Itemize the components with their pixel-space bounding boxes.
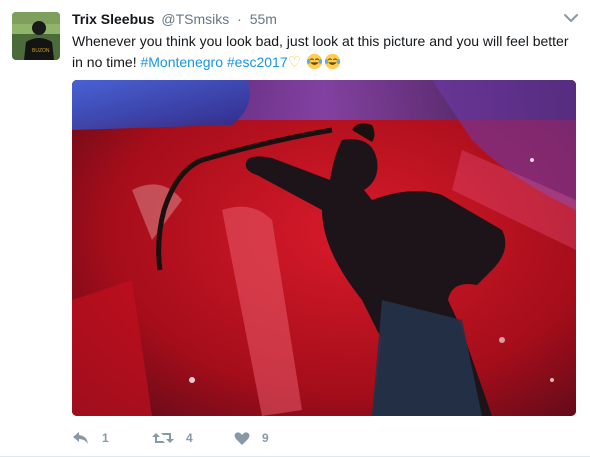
chevron-down-icon[interactable] bbox=[563, 11, 579, 23]
reply-icon bbox=[73, 432, 88, 444]
author-name[interactable]: Trix Sleebus bbox=[72, 11, 154, 27]
timestamp[interactable]: 55m bbox=[250, 11, 277, 27]
hashtag-esc2017[interactable]: #esc2017 bbox=[227, 54, 288, 70]
tweet-text: Whenever you think you look bad, just lo… bbox=[72, 31, 582, 73]
like-count: 9 bbox=[262, 431, 269, 445]
separator-dot: · bbox=[237, 11, 242, 27]
avatar-shirt-text: BUZON bbox=[32, 48, 50, 54]
like-icon bbox=[234, 431, 250, 445]
tweet-text-line-1: Whenever you think you look bad, just lo… bbox=[72, 33, 569, 49]
reply-count: 1 bbox=[102, 431, 109, 445]
tweet-photo[interactable] bbox=[72, 80, 576, 416]
reply-button[interactable]: 1 bbox=[72, 428, 109, 448]
tweet-card[interactable]: BUZON Trix Sleebus @TSmsiks · 55m Whenev… bbox=[0, 0, 590, 457]
retweet-button[interactable]: 4 bbox=[152, 428, 193, 448]
crying-laughing-emoji bbox=[324, 53, 341, 70]
hashtag-montenegro[interactable]: #Montenegro bbox=[140, 54, 223, 70]
tweet-text-line-2: in no time! #Montenegro #esc2017♡ bbox=[72, 52, 582, 73]
avatar[interactable]: BUZON bbox=[12, 12, 60, 60]
tweet-header: Trix Sleebus @TSmsiks · 55m bbox=[72, 10, 277, 28]
author-handle[interactable]: @TSmsiks bbox=[161, 11, 229, 27]
retweet-icon bbox=[152, 433, 174, 443]
crying-laughing-emoji bbox=[306, 53, 323, 70]
tweet-text-prefix: in no time! bbox=[72, 54, 141, 70]
retweet-count: 4 bbox=[186, 431, 193, 445]
like-button[interactable]: 9 bbox=[234, 428, 269, 448]
yellow-heart-icon: ♡ bbox=[287, 54, 302, 71]
